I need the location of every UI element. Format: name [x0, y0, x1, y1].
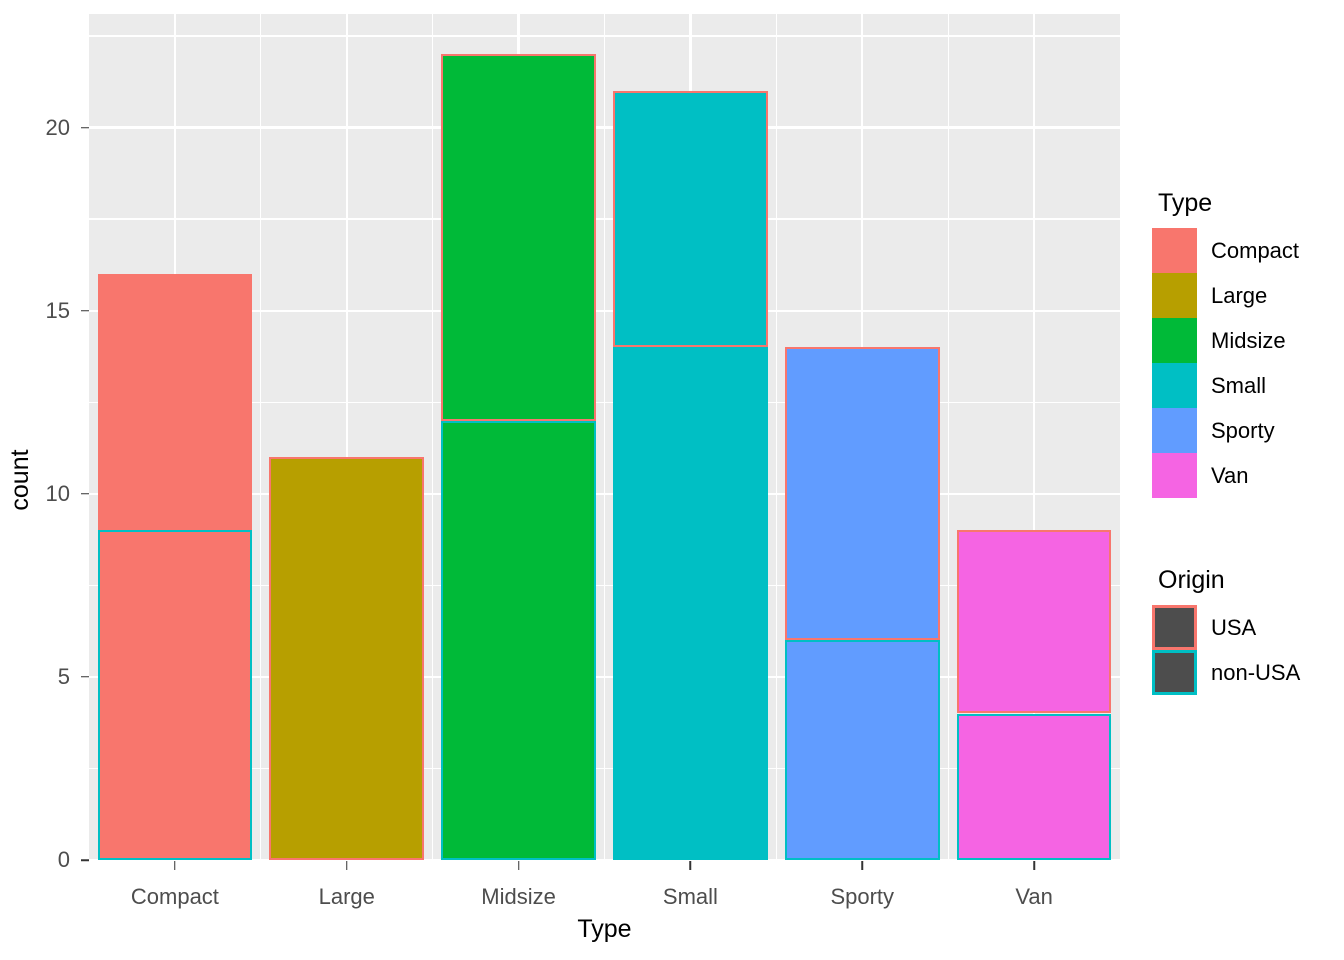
bar-segment[interactable]: [441, 54, 596, 421]
legend-item[interactable]: Van: [1152, 453, 1344, 498]
legend-item-label: USA: [1211, 614, 1257, 640]
x-axis-tick-mark: [517, 861, 520, 870]
gridline-minor-x: [432, 14, 434, 860]
bar-segment[interactable]: [269, 457, 425, 860]
gridline-minor-x: [260, 14, 262, 860]
legend-key-fill-swatch: [1152, 408, 1197, 453]
bar-segment[interactable]: [613, 347, 768, 860]
gridline-minor-x: [603, 14, 606, 860]
bar-segment[interactable]: [956, 530, 1112, 714]
legend-item[interactable]: USA: [1152, 605, 1344, 650]
legend-type: Type Compact Large Midsize Small Sporty Van: [1152, 189, 1344, 498]
bar-segment[interactable]: [441, 420, 596, 860]
legend-origin: Origin USA non-USA: [1152, 566, 1344, 695]
legend-item-label: Van: [1211, 462, 1249, 488]
gridline-minor-x: [947, 14, 949, 860]
y-axis-tick-label: 20: [45, 114, 70, 140]
x-axis-tick-mark: [689, 861, 692, 870]
legend-item-label: Small: [1211, 372, 1267, 398]
y-axis-tick-mark: [81, 309, 89, 312]
y-axis-tick-mark: [81, 126, 89, 129]
legend-item-label: Large: [1211, 282, 1268, 308]
legend-item[interactable]: Sporty: [1152, 408, 1344, 453]
bar-segment[interactable]: [956, 713, 1112, 860]
legend-item[interactable]: Compact: [1152, 228, 1344, 273]
bar-segment[interactable]: [97, 274, 253, 531]
legend-key-outline-swatch: [1152, 650, 1197, 695]
x-axis-title: Type: [577, 915, 632, 943]
legend-title: Type: [1158, 189, 1213, 217]
bar-segment[interactable]: [613, 90, 768, 348]
x-axis-tick-mark: [1033, 861, 1035, 870]
legend-area: Type Compact Large Midsize Small Sporty Van Ori…: [1152, 14, 1344, 860]
legend-item-label: Sporty: [1211, 417, 1275, 443]
legend-item[interactable]: non-USA: [1152, 650, 1344, 695]
x-axis-tick-mark: [861, 861, 863, 870]
legend-item-label: Midsize: [1211, 327, 1286, 353]
legend-key-fill-swatch: [1152, 363, 1197, 408]
x-axis-tick-label: Midsize: [481, 884, 556, 909]
legend-key-fill-swatch: [1152, 453, 1197, 498]
legend-key-fill-swatch: [1152, 318, 1197, 363]
bar-segment[interactable]: [97, 530, 253, 860]
y-axis-tick-mark: [81, 493, 89, 495]
x-axis-tick-mark: [174, 861, 176, 870]
legend-key-fill-swatch: [1152, 273, 1197, 318]
legend-item[interactable]: Small: [1152, 363, 1344, 408]
legend-item-label: Compact: [1211, 237, 1300, 263]
legend-key-fill-swatch: [1152, 228, 1197, 273]
legend-item-label: non-USA: [1211, 659, 1301, 685]
bar-segment[interactable]: [784, 347, 940, 641]
legend-title: Origin: [1158, 566, 1225, 594]
bar-segment[interactable]: [784, 640, 940, 860]
chart-root: count 0 5 10 15 20 Compact Large Midsize Small S…: [0, 0, 1344, 960]
plot-panel: [89, 14, 1120, 862]
legend-item[interactable]: Large: [1152, 273, 1344, 318]
x-axis-tick-mark: [346, 861, 348, 870]
x-axis-tick-label: Small: [662, 884, 718, 909]
x-axis-tick-label: Sporty: [830, 884, 895, 909]
y-axis-tick-label: 10: [45, 480, 70, 506]
x-axis-tick-label: Compact: [130, 884, 219, 909]
legend-item[interactable]: Midsize: [1152, 318, 1344, 363]
x-axis-tick-label: Van: [1015, 884, 1053, 909]
legend-key-outline-swatch: [1152, 605, 1197, 650]
y-axis-tick-labels: 0 5 10 15 20: [24, 0, 70, 960]
x-axis-tick-label: Large: [318, 884, 375, 909]
y-axis-tick-mark: [81, 859, 89, 861]
y-axis-tick-mark: [81, 676, 89, 678]
gridline-minor-x: [775, 14, 777, 860]
y-axis-tick-label: 0: [57, 847, 70, 872]
y-axis-tick-label: 5: [57, 663, 70, 689]
y-axis-tick-label: 15: [45, 297, 70, 323]
